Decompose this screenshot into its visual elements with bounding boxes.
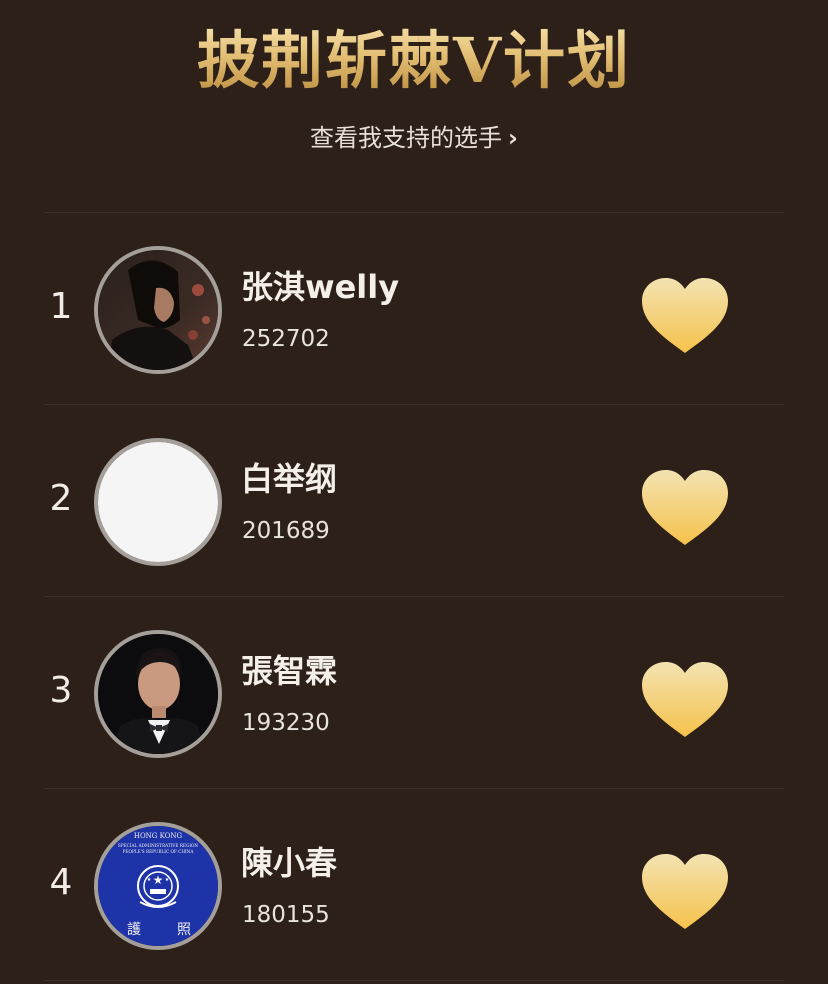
- avatar-photo-man-bowtie: [98, 634, 218, 754]
- rank-number: 3: [49, 670, 73, 711]
- contestant-row: 1 张淇welly 252702: [44, 213, 784, 405]
- heart-icon[interactable]: [640, 277, 730, 355]
- rank-number: 1: [49, 286, 73, 327]
- heart-icon[interactable]: [640, 469, 730, 547]
- avatar-photo-man-long-hair: [98, 250, 218, 370]
- contestant-name: 白举纲: [241, 460, 338, 498]
- contestant-name: 陳小春: [241, 844, 338, 882]
- avatar-hk-passport: HONG KONG SPECIAL ADMINISTRATIVE REGION …: [98, 826, 218, 946]
- passport-char-left: 護: [127, 922, 141, 938]
- contestant-row: 3 張智霖 193230: [44, 597, 784, 789]
- vote-count: 180155: [242, 902, 330, 928]
- avatar[interactable]: [94, 438, 222, 566]
- vote-count: 252702: [242, 326, 330, 352]
- contestant-name: 张淇welly: [241, 268, 400, 306]
- passport-line1: HONG KONG: [134, 832, 183, 840]
- heart-icon[interactable]: [640, 661, 730, 739]
- vote-count: 201689: [242, 518, 330, 544]
- avatar-blank: [98, 442, 218, 562]
- svg-text:★: ★: [153, 873, 164, 887]
- chevron-right-icon: ›: [508, 124, 518, 152]
- page-title: 披荆斩棘V计划: [0, 22, 828, 100]
- passport-char-right: 照: [177, 922, 191, 938]
- avatar[interactable]: [94, 630, 222, 758]
- svg-text:★: ★: [147, 877, 152, 883]
- rank-number: 2: [49, 478, 73, 519]
- avatar[interactable]: HONG KONG SPECIAL ADMINISTRATIVE REGION …: [94, 822, 222, 950]
- view-my-supported-label: 查看我支持的选手: [310, 124, 503, 152]
- passport-line3: PEOPLE'S REPUBLIC OF CHINA: [123, 849, 195, 854]
- vote-page: 披荆斩棘V计划 查看我支持的选手 › 1 张淇welly 252702 2 白举…: [0, 0, 828, 984]
- contestant-row: 4 HONG KONG SPECIAL ADMINISTRATIVE REGIO…: [44, 789, 784, 981]
- rank-number: 4: [49, 862, 73, 903]
- contestant-row: 2 白举纲 201689: [44, 405, 784, 597]
- vote-count: 193230: [242, 710, 330, 736]
- heart-icon[interactable]: [640, 853, 730, 931]
- view-my-supported-link[interactable]: 查看我支持的选手 ›: [0, 118, 828, 158]
- contestant-name: 張智霖: [241, 652, 338, 690]
- svg-text:★: ★: [165, 877, 170, 883]
- avatar[interactable]: [94, 246, 222, 374]
- passport-line2: SPECIAL ADMINISTRATIVE REGION: [118, 843, 198, 848]
- contestant-list: 1 张淇welly 252702 2 白举纲 201689 3 張智霖 1932…: [44, 212, 784, 981]
